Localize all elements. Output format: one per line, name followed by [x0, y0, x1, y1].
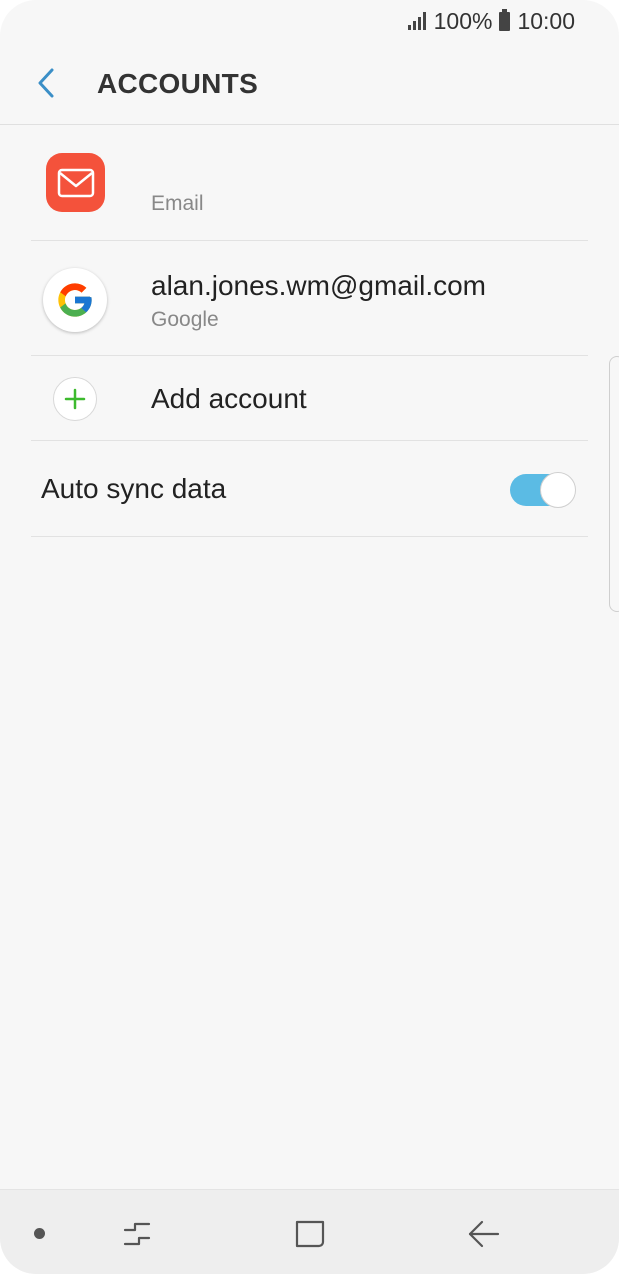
page-title: ACCOUNTS: [97, 68, 259, 99]
back-button[interactable]: [32, 66, 62, 100]
toggle-knob: [540, 472, 576, 508]
clock: 10:00: [517, 7, 575, 34]
account-row-google[interactable]: alan.jones.wm@gmail.com Google: [31, 241, 588, 356]
back-nav-button[interactable]: [464, 1214, 504, 1254]
auto-sync-label: Auto sync data: [41, 473, 227, 504]
battery-icon: [499, 8, 511, 31]
battery-percent: 100%: [433, 7, 493, 34]
add-account-row[interactable]: Add account: [31, 356, 588, 441]
recent-apps-icon: [123, 1222, 151, 1246]
back-icon: [468, 1220, 500, 1248]
nav-pin-dot[interactable]: [34, 1228, 45, 1239]
auto-sync-toggle[interactable]: [510, 472, 576, 508]
phone-screen: 100% 10:00 ACCOUNTS Email alan.jones.wm@…: [0, 0, 619, 1274]
status-bar: 100% 10:00: [0, 0, 619, 42]
signal-icon: [407, 12, 426, 30]
google-icon: [43, 268, 107, 332]
recent-apps-button[interactable]: [117, 1214, 157, 1254]
account-email: alan.jones.wm@gmail.com: [151, 270, 486, 301]
add-account-label: Add account: [151, 383, 307, 414]
auto-sync-row: Auto sync data: [31, 441, 588, 537]
home-icon: [295, 1220, 325, 1248]
home-button[interactable]: [290, 1214, 330, 1254]
scrollbar[interactable]: [609, 356, 619, 612]
account-type-label: Email: [151, 192, 204, 215]
account-type-label: Google: [151, 308, 219, 331]
plus-icon: [53, 377, 97, 421]
email-icon: [46, 153, 105, 212]
chevron-left-icon: [38, 68, 54, 98]
accounts-list: Email alan.jones.wm@gmail.com Google Add…: [0, 125, 619, 537]
navigation-bar: [0, 1189, 619, 1274]
account-row-email[interactable]: Email: [31, 125, 588, 241]
app-header: ACCOUNTS: [0, 42, 619, 125]
